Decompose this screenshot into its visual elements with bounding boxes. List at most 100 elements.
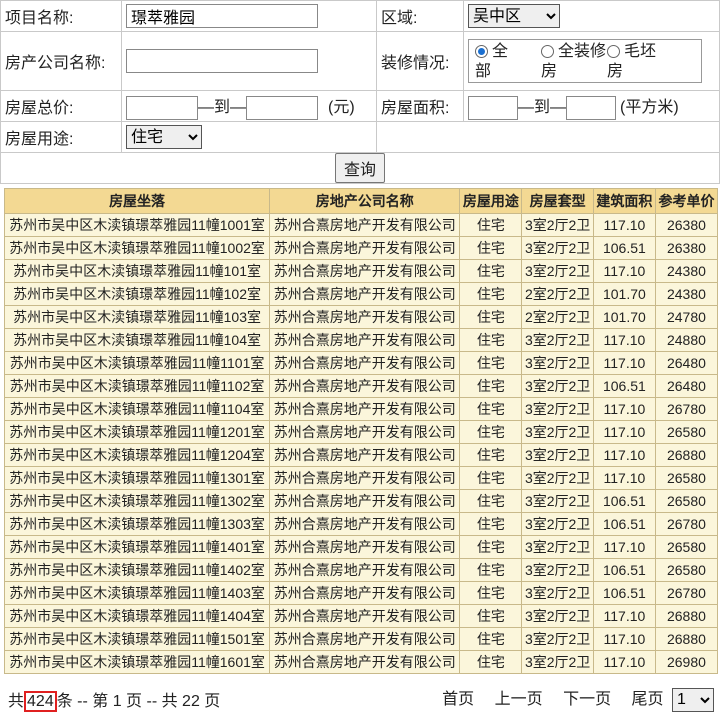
- decor-option-furnished[interactable]: 全装修房: [541, 42, 607, 82]
- cell-layout: 3室2厅2卫: [521, 420, 594, 444]
- area-cell: —到— (平方米): [463, 90, 720, 122]
- last-page-link[interactable]: 尾页: [632, 691, 664, 708]
- pager-info: 共 424 条 -- 第 1 页 -- 共 22 页: [8, 687, 220, 712]
- cell-area: 101.70: [592, 305, 656, 329]
- radio-unselected-icon[interactable]: [607, 45, 620, 59]
- cell-layout: 2室2厅2卫: [521, 305, 594, 329]
- cell-location: 苏州市吴中区木渎镇璟萃雅园11幢1102室: [3, 374, 271, 398]
- cell-location: 苏州市吴中区木渎镇璟萃雅园11幢1302室: [3, 489, 271, 513]
- cell-usage: 住宅: [459, 397, 523, 421]
- decor-option-unfurnished[interactable]: 毛坯房: [607, 42, 673, 82]
- table-row: 苏州市吴中区木渎镇璟萃雅园11幢1601室 苏州合熹房地产开发有限公司 住宅 3室2厅…: [3, 650, 719, 674]
- cell-area: 106.51: [592, 558, 656, 582]
- cell-area: 117.10: [592, 420, 656, 444]
- cell-unit-price: 24780: [654, 305, 719, 329]
- pager-prefix: 共: [8, 693, 25, 710]
- cell-layout: 3室2厅2卫: [521, 581, 594, 605]
- cell-company: 苏州合熹房地产开发有限公司: [269, 259, 461, 283]
- cell-area: 117.10: [592, 627, 656, 651]
- decor-radio-group: 全部全装修 房毛坯房: [468, 39, 702, 83]
- cell-company: 苏州合熹房地产开发有限公司: [269, 443, 461, 467]
- table-row: 苏州市吴中区木渎镇璟萃雅园11幢103室 苏州合熹房地产开发有限公司 住宅 2室2厅2…: [3, 305, 719, 329]
- radio-unselected-icon[interactable]: [541, 45, 554, 59]
- cell-unit-price: 26380: [654, 213, 719, 237]
- table-row: 苏州市吴中区木渎镇璟萃雅园11幢1403室 苏州合熹房地产开发有限公司 住宅 3室2厅…: [3, 581, 719, 605]
- column-header-location: 房屋坐落: [3, 188, 271, 214]
- table-row: 苏州市吴中区木渎镇璟萃雅园11幢1501室 苏州合熹房地产开发有限公司 住宅 3室2厅…: [3, 627, 719, 651]
- cell-area: 106.51: [592, 581, 656, 605]
- first-page-link[interactable]: 首页: [442, 691, 474, 708]
- cell-location: 苏州市吴中区木渎镇璟萃雅园11幢1201室: [3, 420, 271, 444]
- next-page-link[interactable]: 下一页: [563, 691, 611, 708]
- pager-nav: 首页 上一页 下一页 尾页 1: [426, 685, 714, 712]
- cell-usage: 住宅: [459, 443, 523, 467]
- table-row: 苏州市吴中区木渎镇璟萃雅园11幢101室 苏州合熹房地产开发有限公司 住宅 3室2厅2…: [3, 259, 719, 283]
- company-cell: [121, 31, 377, 91]
- cell-company: 苏州合熹房地产开发有限公司: [269, 604, 461, 628]
- cell-unit-price: 26580: [654, 535, 719, 559]
- cell-company: 苏州合熹房地产开发有限公司: [269, 351, 461, 375]
- project-name-cell: [121, 0, 377, 32]
- query-row: 查询: [0, 152, 720, 184]
- query-button[interactable]: 查询: [334, 153, 385, 183]
- cell-area: 117.10: [592, 604, 656, 628]
- cell-location: 苏州市吴中区木渎镇璟萃雅园11幢1101室: [3, 351, 271, 375]
- cell-location: 苏州市吴中区木渎镇璟萃雅园11幢1002室: [3, 236, 271, 260]
- column-header-area: 建筑面积: [592, 188, 656, 214]
- cell-company: 苏州合熹房地产开发有限公司: [269, 328, 461, 352]
- decor-option-all[interactable]: 全部: [475, 42, 541, 82]
- cell-layout: 3室2厅2卫: [521, 236, 594, 260]
- cell-layout: 3室2厅2卫: [521, 650, 594, 674]
- cell-layout: 3室2厅2卫: [521, 351, 594, 375]
- results-table: 房屋坐落 房地产公司名称 房屋用途 房屋套型 建筑面积 参考单价 苏州市吴中区木渎镇璟萃雅…: [3, 188, 719, 674]
- table-row: 苏州市吴中区木渎镇璟萃雅园11幢1402室 苏州合熹房地产开发有限公司 住宅 3室2厅…: [3, 558, 719, 582]
- area-max-input[interactable]: [566, 95, 617, 120]
- cell-usage: 住宅: [459, 374, 523, 398]
- cell-area: 117.10: [592, 535, 656, 559]
- price-max-input[interactable]: [246, 95, 319, 120]
- cell-company: 苏州合熹房地产开发有限公司: [269, 558, 461, 582]
- column-header-usage: 房屋用途: [459, 188, 523, 214]
- region-select[interactable]: 吴中区: [468, 4, 560, 28]
- cell-unit-price: 26980: [654, 650, 719, 674]
- total-count: 424: [24, 691, 57, 712]
- column-header-company: 房地产公司名称: [269, 188, 461, 214]
- column-header-unit-price: 参考单价: [654, 188, 719, 214]
- project-name-input[interactable]: [126, 4, 318, 28]
- cell-location: 苏州市吴中区木渎镇璟萃雅园11幢1303室: [3, 512, 271, 536]
- cell-usage: 住宅: [459, 213, 523, 237]
- cell-unit-price: 26880: [654, 443, 719, 467]
- cell-location: 苏州市吴中区木渎镇璟萃雅园11幢1501室: [3, 627, 271, 651]
- area-min-input[interactable]: [468, 95, 518, 120]
- company-input[interactable]: [126, 49, 318, 73]
- cell-area: 117.10: [592, 259, 656, 283]
- cell-usage: 住宅: [459, 466, 523, 490]
- price-min-input[interactable]: [126, 95, 198, 120]
- table-row: 苏州市吴中区木渎镇璟萃雅园11幢1001室 苏州合熹房地产开发有限公司 住宅 3室2厅…: [3, 213, 719, 237]
- table-header-row: 房屋坐落 房地产公司名称 房屋用途 房屋套型 建筑面积 参考单价: [3, 188, 719, 214]
- cell-area: 106.51: [592, 489, 656, 513]
- cell-usage: 住宅: [459, 305, 523, 329]
- cell-unit-price: 26780: [654, 581, 719, 605]
- cell-layout: 2室2厅2卫: [521, 282, 594, 306]
- radio-selected-icon[interactable]: [475, 45, 488, 59]
- cell-company: 苏州合熹房地产开发有限公司: [269, 374, 461, 398]
- cell-layout: 3室2厅2卫: [521, 259, 594, 283]
- cell-unit-price: 26580: [654, 489, 719, 513]
- cell-layout: 3室2厅2卫: [521, 328, 594, 352]
- usage-spacer: [376, 121, 720, 153]
- cell-company: 苏州合熹房地产开发有限公司: [269, 489, 461, 513]
- table-row: 苏州市吴中区木渎镇璟萃雅园11幢1303室 苏州合熹房地产开发有限公司 住宅 3室2厅…: [3, 512, 719, 536]
- usage-select[interactable]: 住宅: [126, 125, 202, 149]
- cell-company: 苏州合熹房地产开发有限公司: [269, 466, 461, 490]
- cell-unit-price: 26480: [654, 374, 719, 398]
- page-select[interactable]: 1: [672, 687, 714, 712]
- table-row: 苏州市吴中区木渎镇璟萃雅园11幢1204室 苏州合熹房地产开发有限公司 住宅 3室2厅…: [3, 443, 719, 467]
- cell-location: 苏州市吴中区木渎镇璟萃雅园11幢103室: [3, 305, 271, 329]
- cell-layout: 3室2厅2卫: [521, 443, 594, 467]
- price-unit: (元): [328, 98, 355, 116]
- cell-area: 117.10: [592, 397, 656, 421]
- cell-company: 苏州合熹房地产开发有限公司: [269, 213, 461, 237]
- cell-usage: 住宅: [459, 282, 523, 306]
- prev-page-link[interactable]: 上一页: [495, 691, 543, 708]
